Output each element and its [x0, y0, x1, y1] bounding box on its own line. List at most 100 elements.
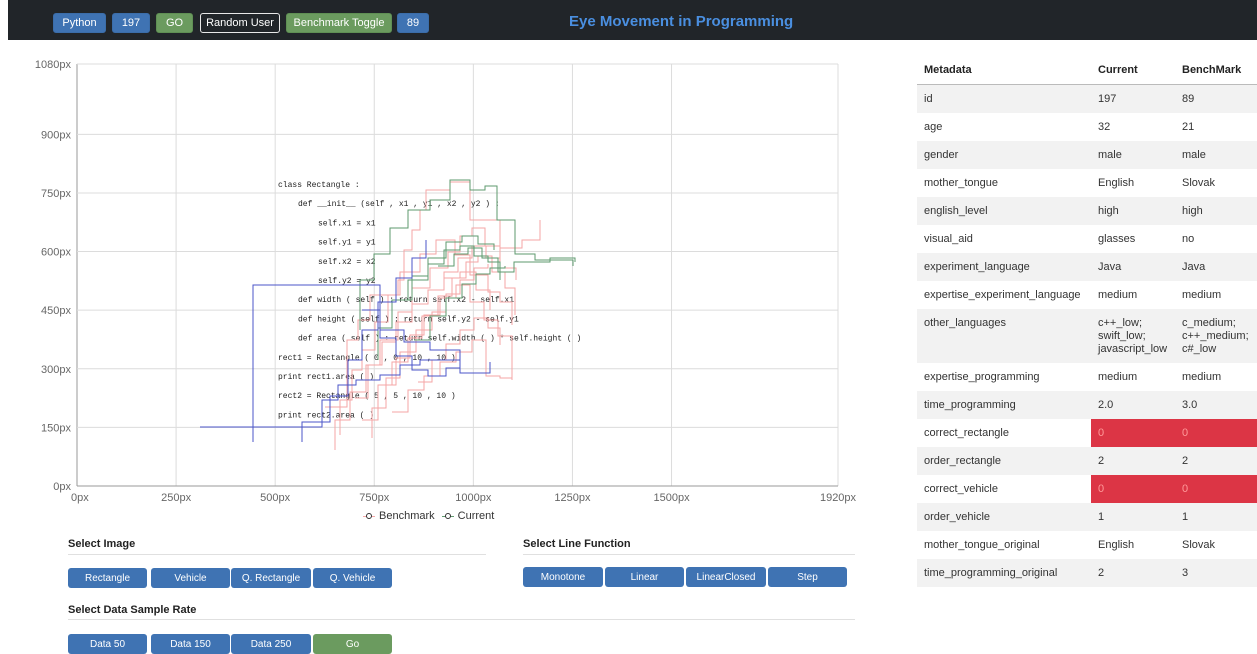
- current-value-cell: Java: [1091, 253, 1175, 281]
- x-tick-label: 1250px: [554, 492, 591, 504]
- table-row: correct_rectangle 0 0: [917, 419, 1257, 447]
- current-legend-label: Current: [457, 510, 495, 522]
- metadata-key-cell: experiment_language: [917, 253, 1091, 281]
- x-tick-label: 500px: [260, 492, 290, 504]
- rate-data-50-button[interactable]: Data 50: [68, 634, 147, 654]
- x-tick-label: 1000px: [455, 492, 492, 504]
- rate-data-150-button[interactable]: Data 150: [151, 634, 230, 654]
- current-value-cell: 1: [1091, 503, 1175, 531]
- x-axis-ticks: 0px 250px 500px 750px 1000px 1250px 1500px 1920…: [71, 492, 857, 504]
- benchmark-value-cell: 0: [1175, 475, 1257, 503]
- code-line: print rect1.area ( ): [278, 373, 374, 382]
- rate-data-250-button[interactable]: Data 250: [231, 634, 311, 654]
- current-value-cell: 0: [1091, 419, 1175, 447]
- benchmark-legend-swatch: [363, 513, 375, 519]
- table-row: order_rectangle 2 2: [917, 447, 1257, 475]
- line-linear-button[interactable]: Linear: [605, 567, 684, 587]
- y-tick-label: 750px: [41, 188, 71, 200]
- current-value-cell: English: [1091, 169, 1175, 197]
- chart-legend: Benchmark Current: [363, 510, 494, 522]
- table-row: experiment_language Java Java: [917, 253, 1257, 281]
- benchmark-value-cell: Slovak: [1175, 531, 1257, 559]
- metadata-key-cell: mother_tongue_original: [917, 531, 1091, 559]
- current-value-cell: glasses: [1091, 225, 1175, 253]
- table-header-row: Metadata Current BenchMark: [917, 56, 1257, 85]
- metadata-key-cell: correct_vehicle: [917, 475, 1091, 503]
- image-q-rectangle-button[interactable]: Q. Rectangle: [231, 568, 311, 588]
- select-line-divider: [523, 554, 855, 555]
- page-title: Eye Movement in Programming: [569, 13, 794, 30]
- go-button[interactable]: GO: [156, 13, 193, 33]
- metadata-key-cell: other_languages: [917, 309, 1091, 363]
- image-rectangle-button[interactable]: Rectangle: [68, 568, 147, 588]
- benchmark-toggle-button[interactable]: Benchmark Toggle: [286, 13, 392, 33]
- code-line: rect2 = Rectangle ( 5 , 5 , 10 , 10 ): [278, 392, 456, 401]
- benchmark-value-cell: 89: [1175, 84, 1257, 113]
- select-image-title: Select Image: [68, 538, 136, 550]
- y-tick-label: 150px: [41, 422, 71, 434]
- code-line: print rect2.area ( ): [278, 411, 374, 420]
- y-axis-ticks: 0px 150px 300px 450px 600px 750px 900px 1080px: [35, 59, 72, 493]
- header-benchmark: BenchMark: [1175, 56, 1257, 85]
- benchmark-id-button[interactable]: 89: [397, 13, 429, 33]
- table-row: other_languages c++_low; swift_low; javas…: [917, 309, 1257, 363]
- benchmark-value-cell: medium: [1175, 363, 1257, 391]
- header-metadata: Metadata: [917, 56, 1091, 85]
- metadata-key-cell: visual_aid: [917, 225, 1091, 253]
- image-q-vehicle-button[interactable]: Q. Vehicle: [313, 568, 392, 588]
- metadata-key-cell: expertise_experiment_language: [917, 281, 1091, 309]
- table-row: visual_aid glasses no: [917, 225, 1257, 253]
- gaze-chart: 0px 250px 500px 750px 1000px 1250px 1500px 1920…: [35, 59, 857, 504]
- table-row: mother_tongue_original English Slovak: [917, 531, 1257, 559]
- top-bar: Python 197 GO Random User Benchmark Togg…: [8, 0, 1257, 40]
- metadata-key-cell: id: [917, 84, 1091, 113]
- benchmark-value-cell: 3: [1175, 559, 1257, 587]
- metadata-table: Metadata Current BenchMark id 197 89 age 32 2…: [917, 56, 1257, 587]
- x-tick-label: 750px: [359, 492, 389, 504]
- benchmark-value-cell: 3.0: [1175, 391, 1257, 419]
- y-tick-label: 900px: [41, 129, 71, 141]
- benchmark-value-cell: 1: [1175, 503, 1257, 531]
- code-line: self.x2 = x2: [318, 258, 376, 267]
- line-linear-closed-button[interactable]: LinearClosed: [686, 567, 766, 587]
- chart-grid: [76, 63, 839, 487]
- metadata-key-cell: order_rectangle: [917, 447, 1091, 475]
- benchmark-value-cell: Java: [1175, 253, 1257, 281]
- benchmark-value-cell: male: [1175, 141, 1257, 169]
- line-monotone-button[interactable]: Monotone: [523, 567, 603, 587]
- random-user-button[interactable]: Random User: [200, 13, 280, 33]
- metadata-key-cell: expertise_programming: [917, 363, 1091, 391]
- code-line: def width ( self ) : return self.x2 - se…: [298, 296, 514, 305]
- metadata-key-cell: age: [917, 113, 1091, 141]
- rate-go-button[interactable]: Go: [313, 634, 392, 654]
- current-user-id-button[interactable]: 197: [112, 13, 150, 33]
- line-step-button[interactable]: Step: [768, 567, 847, 587]
- benchmark-value-cell: no: [1175, 225, 1257, 253]
- code-line: def __init__ (self , x1 , y1 , x2 , y2 )…: [298, 200, 500, 209]
- y-tick-label: 300px: [41, 364, 71, 376]
- benchmark-value-cell: Slovak: [1175, 169, 1257, 197]
- code-line: self.x1 = x1: [318, 219, 376, 228]
- benchmark-value-cell: high: [1175, 197, 1257, 225]
- current-value-cell: 2.0: [1091, 391, 1175, 419]
- x-tick-label: 0px: [71, 492, 89, 504]
- current-value-cell: medium: [1091, 363, 1175, 391]
- select-rate-divider: [68, 619, 855, 620]
- table-row: gender male male: [917, 141, 1257, 169]
- current-value-cell: medium: [1091, 281, 1175, 309]
- language-button[interactable]: Python: [53, 13, 106, 33]
- current-value-cell: 197: [1091, 84, 1175, 113]
- table-row: time_programming 2.0 3.0: [917, 391, 1257, 419]
- current-value-cell: 2: [1091, 447, 1175, 475]
- current-legend-swatch: [441, 513, 454, 519]
- x-tick-label: 250px: [161, 492, 191, 504]
- select-line-title: Select Line Function: [523, 538, 631, 550]
- x-tick-label: 1920px: [820, 492, 857, 504]
- current-value-cell: English: [1091, 531, 1175, 559]
- metadata-key-cell: gender: [917, 141, 1091, 169]
- y-tick-label: 600px: [41, 247, 71, 259]
- benchmark-value-cell: c_medium; c++_medium; c#_low: [1175, 309, 1257, 363]
- benchmark-value-cell: 2: [1175, 447, 1257, 475]
- image-vehicle-button[interactable]: Vehicle: [151, 568, 230, 588]
- metadata-key-cell: english_level: [917, 197, 1091, 225]
